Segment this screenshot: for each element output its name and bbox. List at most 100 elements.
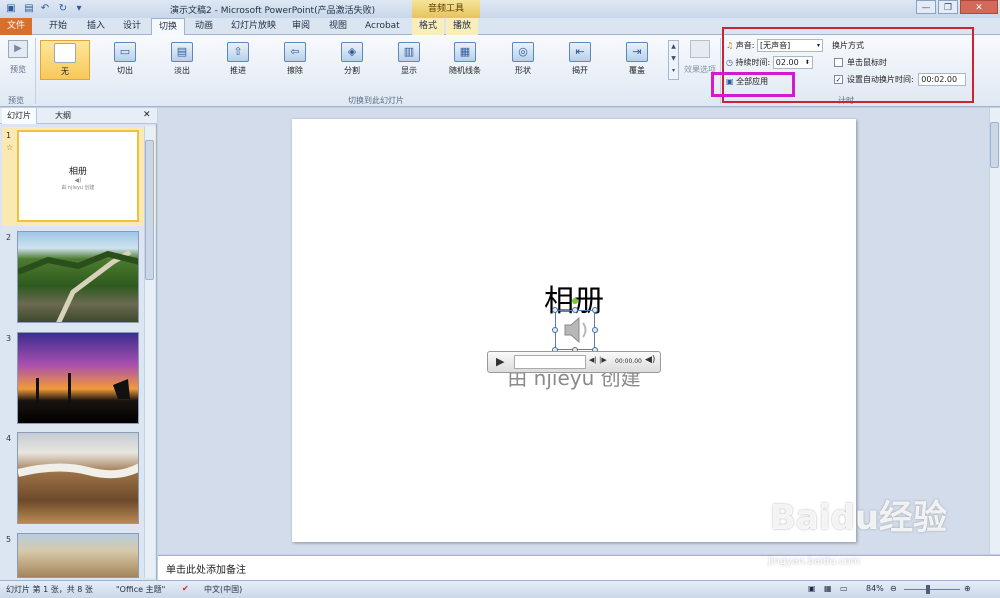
zoom-out-icon[interactable]: ⊖ xyxy=(890,584,897,593)
tab-playback[interactable]: 播放 xyxy=(446,18,479,35)
tab-format[interactable]: 格式 xyxy=(412,18,445,35)
transition-label: 形状 xyxy=(515,66,531,75)
transition-reveal[interactable]: ▥ 显示 xyxy=(384,40,434,80)
group-divider xyxy=(35,38,36,104)
transition-label: 分割 xyxy=(344,66,360,75)
rotate-handle[interactable] xyxy=(572,298,578,304)
transition-label: 擦除 xyxy=(287,66,303,75)
notes-placeholder[interactable]: 单击此处添加备注 xyxy=(166,561,246,576)
cut-icon: ▭ xyxy=(114,42,136,62)
audio-tools-context: 音频工具 xyxy=(412,0,480,18)
random-bars-icon: ▦ xyxy=(454,42,476,62)
slide-number: 4 xyxy=(6,434,12,443)
close-button[interactable]: ✕ xyxy=(960,0,998,14)
transition-label: 随机线条 xyxy=(449,66,481,75)
progress-bar[interactable] xyxy=(514,355,586,369)
slide-number: 2 xyxy=(6,233,12,242)
tab-slides[interactable]: 幻灯片 xyxy=(2,108,37,124)
thumb-title: 相册 xyxy=(68,167,87,177)
tab-file[interactable]: 文件 xyxy=(0,18,33,35)
preview-button[interactable]: ▶ 预览 xyxy=(4,40,32,80)
transition-fade[interactable]: ▤ 淡出 xyxy=(157,40,207,80)
reading-view-icon[interactable]: ▭ xyxy=(840,584,848,593)
tab-outline[interactable]: 大纲 xyxy=(50,108,76,124)
slide-thumbnail-1[interactable]: 相册 ◀) 由 njieyu 创建 xyxy=(17,130,139,222)
audio-object[interactable] xyxy=(555,310,595,350)
none-icon xyxy=(54,43,76,63)
slides-pane-scroll-thumb[interactable] xyxy=(145,140,154,280)
transitions-group-label: 切换到此幻灯片 xyxy=(348,96,404,105)
sunset-oil-field-image xyxy=(36,373,130,403)
effect-options-button[interactable]: 效果选项 xyxy=(682,40,718,75)
transition-cover[interactable]: ⇥ 覆盖 xyxy=(612,40,662,80)
effect-options-icon xyxy=(690,40,710,58)
pane-close-icon[interactable]: ✕ xyxy=(143,110,151,120)
slide-thumbnail-2[interactable] xyxy=(17,231,139,323)
tab-acrobat[interactable]: Acrobat xyxy=(358,18,407,35)
slide-number: 3 xyxy=(6,334,12,343)
powerpoint-logo-icon: ▣ xyxy=(6,3,16,14)
workspace-scrollbar[interactable] xyxy=(989,108,1000,554)
language[interactable]: 中文(中国) xyxy=(204,584,242,595)
redo-icon[interactable]: ↻ xyxy=(56,2,70,16)
baidu-watermark-url: jingyan.baidu.com xyxy=(768,556,861,567)
tab-review[interactable]: 审阅 xyxy=(285,18,317,35)
volume-icon[interactable]: ◀) xyxy=(645,355,655,365)
resize-handle[interactable] xyxy=(592,327,598,333)
tab-view[interactable]: 视图 xyxy=(322,18,354,35)
transition-split[interactable]: ◈ 分割 xyxy=(327,40,377,80)
transition-random-bars[interactable]: ▦ 随机线条 xyxy=(440,40,490,80)
push-icon: ⇧ xyxy=(227,42,249,62)
transition-label: 推进 xyxy=(230,66,246,75)
cover-icon: ⇥ xyxy=(626,42,648,62)
spellcheck-icon[interactable]: ✔ xyxy=(182,584,189,593)
zoom-slider[interactable] xyxy=(904,589,960,590)
workspace-scroll-thumb[interactable] xyxy=(990,122,999,168)
seek-icon[interactable]: ◀| |▶ xyxy=(589,356,607,364)
tab-design[interactable]: 设计 xyxy=(116,18,148,35)
tab-insert[interactable]: 插入 xyxy=(80,18,112,35)
transition-cut[interactable]: ▭ 切出 xyxy=(100,40,150,80)
tab-home[interactable]: 开始 xyxy=(42,18,74,35)
save-icon[interactable]: ▤ xyxy=(22,2,36,16)
shape-icon: ◎ xyxy=(512,42,534,62)
transition-uncover[interactable]: ⇤ 揭开 xyxy=(555,40,605,80)
resize-handle[interactable] xyxy=(572,307,578,313)
fade-icon: ▤ xyxy=(171,42,193,62)
tab-transitions[interactable]: 切换 xyxy=(151,18,186,35)
normal-view-icon[interactable]: ▣ xyxy=(808,584,816,593)
tab-slideshow[interactable]: 幻灯片放映 xyxy=(224,18,283,35)
speaker-icon xyxy=(564,316,587,344)
resize-handle[interactable] xyxy=(592,307,598,313)
preview-label: 预览 xyxy=(10,65,26,74)
slide-thumbnail-5[interactable] xyxy=(17,533,139,578)
slide-number: 5 xyxy=(6,535,12,544)
preview-group-label: 预览 xyxy=(8,96,24,105)
customize-toolbar-icon[interactable]: ▾ xyxy=(72,2,86,16)
great-wall-image xyxy=(18,249,138,322)
slide-thumbnail-3[interactable] xyxy=(17,332,139,424)
resize-handle[interactable] xyxy=(552,327,558,333)
transition-none[interactable]: 无 xyxy=(40,40,90,80)
thumb-subtitle: 由 njieyu 创建 xyxy=(61,185,95,191)
sorter-view-icon[interactable]: ▦ xyxy=(824,584,832,593)
play-icon[interactable]: ▶ xyxy=(496,355,504,368)
transition-shape[interactable]: ◎ 形状 xyxy=(498,40,548,80)
tab-animations[interactable]: 动画 xyxy=(188,18,220,35)
transition-push[interactable]: ⇧ 推进 xyxy=(213,40,263,80)
resize-handle[interactable] xyxy=(552,307,558,313)
notes-pane[interactable] xyxy=(158,555,1000,580)
transition-label: 覆盖 xyxy=(629,66,645,75)
slide-number: 1 xyxy=(6,131,12,140)
transition-label: 切出 xyxy=(117,66,133,75)
zoom-level[interactable]: 84% xyxy=(866,584,884,593)
title-bar xyxy=(0,0,1000,18)
restore-button[interactable]: ❐ xyxy=(938,0,958,14)
gallery-scroll[interactable]: ▲ ▼ ▾ xyxy=(668,40,679,80)
minimize-button[interactable]: — xyxy=(916,0,936,14)
zoom-in-icon[interactable]: ⊕ xyxy=(964,584,971,593)
transition-wipe[interactable]: ⇦ 擦除 xyxy=(270,40,320,80)
undo-icon[interactable]: ↶ xyxy=(38,2,52,16)
zoom-slider-thumb[interactable] xyxy=(926,585,930,594)
slide-thumbnail-4[interactable] xyxy=(17,432,139,524)
